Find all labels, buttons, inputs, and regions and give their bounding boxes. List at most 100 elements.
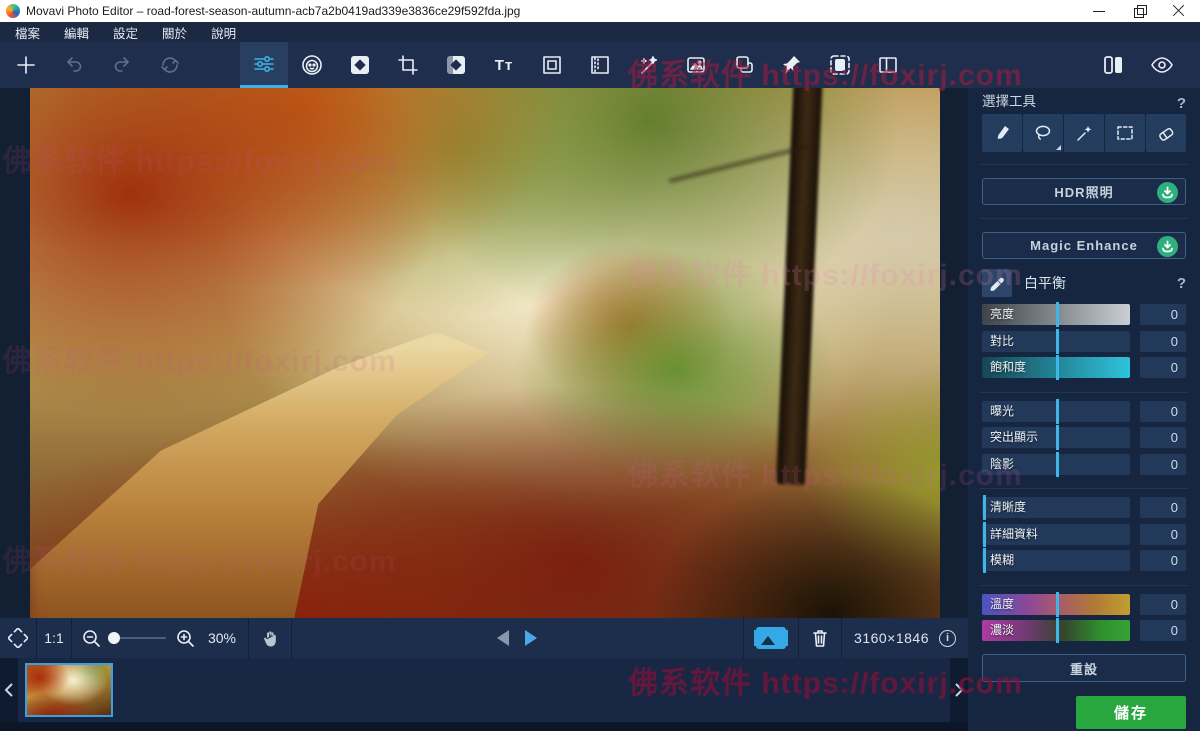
tab-background[interactable] bbox=[672, 42, 720, 88]
zoom-in-button[interactable] bbox=[174, 618, 196, 658]
face-icon bbox=[300, 53, 324, 77]
slider-handle[interactable] bbox=[1056, 399, 1059, 424]
slider-handle[interactable] bbox=[983, 495, 986, 520]
tab-clone[interactable] bbox=[720, 42, 768, 88]
exposure-value[interactable]: 0 bbox=[1140, 401, 1186, 422]
brightness-slider[interactable]: 亮度 bbox=[982, 304, 1130, 325]
tab-denoise[interactable] bbox=[576, 42, 624, 88]
zoom-out-button[interactable] bbox=[80, 618, 102, 658]
zoom-slider-handle[interactable] bbox=[108, 632, 120, 644]
blur-value[interactable]: 0 bbox=[1140, 550, 1186, 571]
close-button[interactable] bbox=[1172, 4, 1186, 18]
saturation-slider[interactable]: 飽和度 bbox=[982, 357, 1130, 378]
delete-photo-button[interactable] bbox=[799, 618, 841, 658]
photo-thumbnail-selected[interactable] bbox=[25, 663, 113, 717]
preview-button[interactable] bbox=[1138, 42, 1186, 88]
image-info: 3160×1846 i bbox=[842, 618, 968, 658]
tint-slider[interactable]: 濃淡 bbox=[982, 620, 1130, 641]
sticker-icon bbox=[828, 53, 852, 77]
add-photo-button[interactable] bbox=[2, 42, 50, 88]
menu-bar: 檔案 編輯 設定 關於 說明 bbox=[0, 22, 1200, 42]
highlights-value[interactable]: 0 bbox=[1140, 427, 1186, 448]
slider-handle[interactable] bbox=[1056, 425, 1059, 450]
temperature-slider[interactable]: 溫度 bbox=[982, 594, 1130, 615]
minimize-button[interactable] bbox=[1092, 4, 1106, 18]
filmstrip-scroll-left-button[interactable] bbox=[0, 658, 18, 722]
tab-filters[interactable] bbox=[432, 42, 480, 88]
info-icon[interactable]: i bbox=[939, 630, 956, 647]
filters-diamond-icon bbox=[445, 54, 467, 76]
wand-icon bbox=[1074, 123, 1094, 143]
shadows-slider[interactable]: 陰影 bbox=[982, 454, 1130, 475]
brightness-value[interactable]: 0 bbox=[1140, 304, 1186, 325]
slider-handle[interactable] bbox=[983, 548, 986, 573]
tab-crop[interactable] bbox=[384, 42, 432, 88]
menu-settings[interactable]: 設定 bbox=[106, 21, 145, 44]
restore-button[interactable] bbox=[1132, 4, 1146, 18]
white-balance-help-button[interactable]: ? bbox=[1177, 275, 1186, 292]
selection-tools-help-button[interactable]: ? bbox=[1177, 95, 1186, 112]
shadows-value[interactable]: 0 bbox=[1140, 454, 1186, 475]
eraser-tool-button[interactable] bbox=[1146, 114, 1186, 152]
blur-slider[interactable]: 模糊 bbox=[982, 550, 1130, 571]
details-slider[interactable]: 詳細資料 bbox=[982, 524, 1130, 545]
tab-frames[interactable] bbox=[528, 42, 576, 88]
tab-adjustments[interactable] bbox=[240, 42, 288, 88]
clarity-slider[interactable]: 清晰度 bbox=[982, 497, 1130, 518]
canvas-area bbox=[0, 88, 968, 618]
tab-magic-erase[interactable] bbox=[624, 42, 672, 88]
compare-button[interactable] bbox=[1090, 42, 1138, 88]
rotate-button[interactable] bbox=[146, 42, 194, 88]
actual-size-button[interactable]: 1:1 bbox=[37, 618, 71, 658]
zoom-slider[interactable] bbox=[110, 637, 166, 639]
fit-to-screen-button[interactable] bbox=[0, 618, 36, 658]
undo-button[interactable] bbox=[50, 42, 98, 88]
lasso-tool-button[interactable] bbox=[1023, 114, 1063, 152]
details-value[interactable]: 0 bbox=[1140, 524, 1186, 545]
white-balance-eyedropper-button[interactable] bbox=[982, 269, 1012, 297]
reset-button[interactable]: 重設 bbox=[982, 654, 1186, 682]
brush-tool-button[interactable] bbox=[982, 114, 1022, 152]
tab-pin[interactable] bbox=[768, 42, 816, 88]
slider-row: 溫度 0 bbox=[982, 594, 1186, 615]
magic-enhance-button[interactable]: Magic Enhance bbox=[982, 232, 1186, 259]
dropdown-corner bbox=[1056, 145, 1061, 150]
tab-effects[interactable] bbox=[336, 42, 384, 88]
highlights-slider[interactable]: 突出顯示 bbox=[982, 427, 1130, 448]
redo-button[interactable] bbox=[98, 42, 146, 88]
contrast-slider[interactable]: 對比 bbox=[982, 331, 1130, 352]
tint-value[interactable]: 0 bbox=[1140, 620, 1186, 641]
contrast-value[interactable]: 0 bbox=[1140, 331, 1186, 352]
next-photo-button[interactable] bbox=[525, 630, 537, 646]
tab-text[interactable]: Tт bbox=[480, 42, 528, 88]
menu-edit[interactable]: 編輯 bbox=[57, 21, 96, 44]
exposure-slider[interactable]: 曝光 bbox=[982, 401, 1130, 422]
filmstrip-toggle-button[interactable] bbox=[744, 618, 798, 658]
slider-row: 模糊 0 bbox=[982, 550, 1186, 571]
hand-tool-button[interactable] bbox=[249, 618, 291, 658]
slider-handle[interactable] bbox=[1056, 355, 1059, 380]
hdr-lighting-button[interactable]: HDR照明 bbox=[982, 178, 1186, 205]
slider-handle[interactable] bbox=[1056, 329, 1059, 354]
clarity-value[interactable]: 0 bbox=[1140, 497, 1186, 518]
download-badge-icon bbox=[1157, 236, 1178, 257]
menu-about[interactable]: 關於 bbox=[155, 21, 194, 44]
menu-file[interactable]: 檔案 bbox=[8, 21, 47, 44]
menu-help[interactable]: 說明 bbox=[204, 21, 243, 44]
filmstrip-scroll-right-button[interactable] bbox=[950, 658, 968, 722]
magic-wand-tool-button[interactable] bbox=[1064, 114, 1104, 152]
slider-handle[interactable] bbox=[1056, 302, 1059, 327]
saturation-value[interactable]: 0 bbox=[1140, 357, 1186, 378]
slider-handle[interactable] bbox=[1056, 452, 1059, 477]
slider-handle[interactable] bbox=[1056, 618, 1059, 643]
slider-handle[interactable] bbox=[983, 522, 986, 547]
marquee-tool-button[interactable] bbox=[1105, 114, 1145, 152]
previous-photo-button[interactable] bbox=[497, 630, 509, 646]
tab-retouch[interactable] bbox=[288, 42, 336, 88]
tab-collage[interactable] bbox=[864, 42, 912, 88]
photo-canvas[interactable] bbox=[30, 88, 940, 618]
slider-handle[interactable] bbox=[1056, 592, 1059, 617]
tab-stickers[interactable] bbox=[816, 42, 864, 88]
save-button[interactable]: 儲存 bbox=[1076, 696, 1186, 729]
temperature-value[interactable]: 0 bbox=[1140, 594, 1186, 615]
